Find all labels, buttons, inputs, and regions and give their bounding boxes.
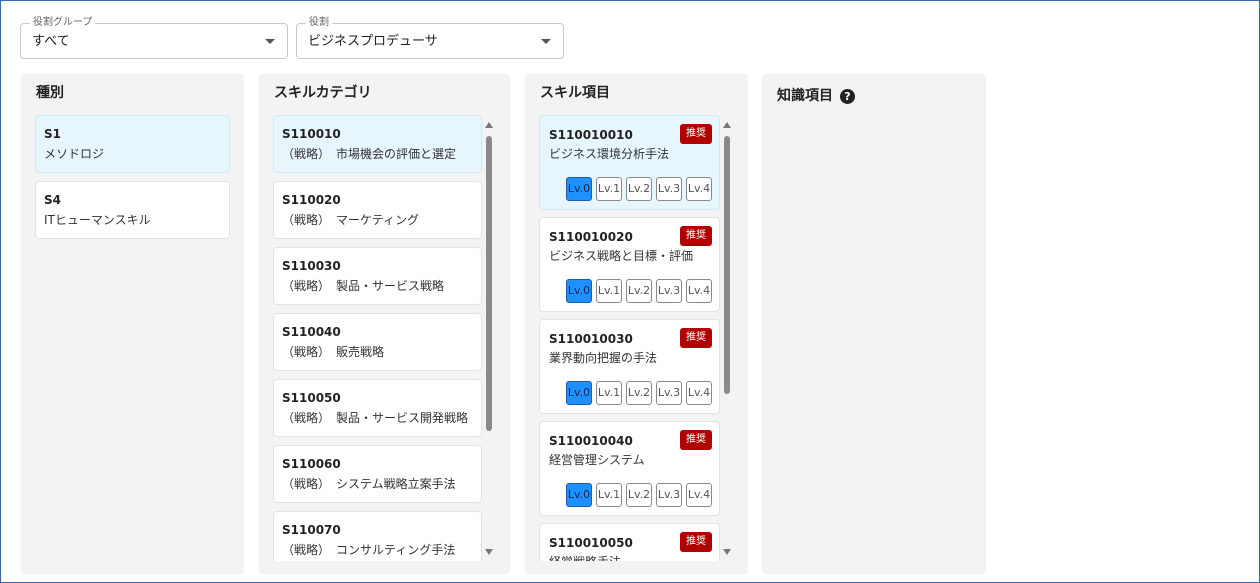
category-name: （戦略） 販売戦略: [282, 345, 385, 359]
chevron-down-icon: [265, 39, 275, 44]
type-item-s4[interactable]: S4 ITヒューマンスキル: [35, 181, 230, 239]
role-select[interactable]: 役割 ビジネスプロデューサ: [296, 16, 564, 59]
level-2-button[interactable]: Lv.2: [626, 381, 652, 405]
skill-panel-title: スキル項目: [540, 85, 610, 101]
level-selector: Lv.0 Lv.1 Lv.2 Lv.3 Lv.4: [566, 279, 712, 303]
recommended-badge: 推奨: [680, 226, 712, 246]
knowledge-panel-title: 知識項目 ?: [777, 87, 855, 105]
category-code: S110020: [282, 193, 341, 207]
category-panel-title: スキルカテゴリ: [274, 85, 372, 101]
category-name: （戦略） システム戦略立案手法: [282, 477, 456, 491]
level-4-button[interactable]: Lv.4: [686, 177, 712, 201]
category-name: （戦略） 市場機会の評価と選定: [282, 147, 457, 161]
skill-item[interactable]: S110010020 ビジネス戦略と目標・評価 推奨 Lv.0 Lv.1 Lv.…: [539, 217, 720, 312]
level-3-button[interactable]: Lv.3: [656, 381, 682, 405]
level-1-button[interactable]: Lv.1: [596, 177, 622, 201]
category-code: S110030: [282, 259, 341, 273]
level-4-button[interactable]: Lv.4: [686, 381, 712, 405]
role-group-select[interactable]: 役割グループ すべて: [20, 16, 288, 59]
level-2-button[interactable]: Lv.2: [626, 279, 652, 303]
scroll-up-icon[interactable]: [723, 122, 731, 128]
level-3-button[interactable]: Lv.3: [656, 279, 682, 303]
level-1-button[interactable]: Lv.1: [596, 279, 622, 303]
role-group-value: すべて: [32, 34, 70, 49]
level-4-button[interactable]: Lv.4: [686, 483, 712, 507]
category-item[interactable]: S110010 （戦略） 市場機会の評価と選定: [273, 115, 482, 173]
category-code: S110040: [282, 325, 341, 339]
level-2-button[interactable]: Lv.2: [626, 177, 652, 201]
role-group-label: 役割グループ: [30, 16, 96, 30]
level-1-button[interactable]: Lv.1: [596, 381, 622, 405]
recommended-badge: 推奨: [680, 328, 712, 348]
category-code: S110070: [282, 523, 341, 537]
category-item[interactable]: S110040 （戦略） 販売戦略: [273, 313, 482, 371]
category-name: （戦略） コンサルティング手法: [282, 543, 456, 557]
category-item[interactable]: S110030 （戦略） 製品・サービス戦略: [273, 247, 482, 305]
recommended-badge: 推奨: [680, 532, 712, 552]
category-item[interactable]: S110050 （戦略） 製品・サービス開発戦略: [273, 379, 482, 437]
category-code: S110060: [282, 457, 341, 471]
category-code: S110010: [282, 127, 341, 141]
skill-item[interactable]: S110010030 業界動向把握の手法 推奨 Lv.0 Lv.1 Lv.2 L…: [539, 319, 720, 414]
scroll-down-icon[interactable]: [723, 549, 731, 555]
level-0-button[interactable]: Lv.0: [566, 279, 592, 303]
category-name: （戦略） 製品・サービス戦略: [282, 279, 445, 293]
type-code: S1: [44, 127, 61, 141]
category-list: S110010 （戦略） 市場機会の評価と選定 S110020 （戦略） マーケ…: [273, 115, 482, 561]
scrollbar-thumb[interactable]: [486, 136, 492, 431]
skill-name: ビジネス戦略と目標・評価: [549, 249, 694, 263]
type-panel-title: 種別: [36, 85, 64, 101]
type-panel: 種別 S1 メソドロジ S4 ITヒューマンスキル: [21, 74, 244, 574]
skill-item[interactable]: S110010010 ビジネス環境分析手法 推奨 Lv.0 Lv.1 Lv.2 …: [539, 115, 720, 210]
category-item[interactable]: S110070 （戦略） コンサルティング手法: [273, 511, 482, 561]
scroll-up-icon[interactable]: [485, 122, 493, 128]
skill-name: ビジネス環境分析手法: [549, 147, 670, 161]
category-code: S110050: [282, 391, 341, 405]
knowledge-panel: 知識項目 ?: [762, 74, 986, 574]
level-selector: Lv.0 Lv.1 Lv.2 Lv.3 Lv.4: [566, 483, 712, 507]
category-name: （戦略） マーケティング: [282, 213, 420, 227]
type-name: メソドロジ: [44, 147, 105, 161]
skill-item-partial[interactable]: S110010050 経営戦略手法 推奨: [539, 523, 720, 561]
level-selector: Lv.0 Lv.1 Lv.2 Lv.3 Lv.4: [566, 381, 712, 405]
level-0-button[interactable]: Lv.0: [566, 483, 592, 507]
category-panel: スキルカテゴリ S110010 （戦略） 市場機会の評価と選定 S110020 …: [259, 74, 510, 574]
skill-item[interactable]: S110010040 経営管理システム 推奨 Lv.0 Lv.1 Lv.2 Lv…: [539, 421, 720, 516]
role-value: ビジネスプロデューサ: [308, 34, 438, 49]
level-2-button[interactable]: Lv.2: [626, 483, 652, 507]
level-1-button[interactable]: Lv.1: [596, 483, 622, 507]
level-3-button[interactable]: Lv.3: [656, 483, 682, 507]
chevron-down-icon: [541, 39, 551, 44]
scroll-down-icon[interactable]: [485, 549, 493, 555]
scrollbar-thumb[interactable]: [724, 136, 730, 394]
skill-panel: スキル項目 S110010010 ビジネス環境分析手法 推奨 Lv.0 Lv.1…: [525, 74, 748, 574]
type-name: ITヒューマンスキル: [44, 213, 151, 227]
level-3-button[interactable]: Lv.3: [656, 177, 682, 201]
question-circle-icon[interactable]: ?: [840, 88, 855, 104]
skill-list: S110010010 ビジネス環境分析手法 推奨 Lv.0 Lv.1 Lv.2 …: [539, 115, 720, 561]
category-name: （戦略） 製品・サービス開発戦略: [282, 411, 469, 425]
role-label: 役割: [306, 16, 332, 30]
category-item[interactable]: S110020 （戦略） マーケティング: [273, 181, 482, 239]
level-selector: Lv.0 Lv.1 Lv.2 Lv.3 Lv.4: [566, 177, 712, 201]
skill-name: 経営管理システム: [549, 453, 645, 467]
recommended-badge: 推奨: [680, 124, 712, 144]
level-0-button[interactable]: Lv.0: [566, 177, 592, 201]
type-list: S1 メソドロジ S4 ITヒューマンスキル: [35, 115, 230, 247]
category-item[interactable]: S110060 （戦略） システム戦略立案手法: [273, 445, 482, 503]
recommended-badge: 推奨: [680, 430, 712, 450]
level-0-button[interactable]: Lv.0: [566, 381, 592, 405]
knowledge-title-text: 知識項目: [777, 88, 833, 104]
type-item-s1[interactable]: S1 メソドロジ: [35, 115, 230, 173]
skill-name: 経営戦略手法: [549, 552, 711, 561]
level-4-button[interactable]: Lv.4: [686, 279, 712, 303]
type-code: S4: [44, 193, 61, 207]
skill-name: 業界動向把握の手法: [549, 351, 658, 365]
